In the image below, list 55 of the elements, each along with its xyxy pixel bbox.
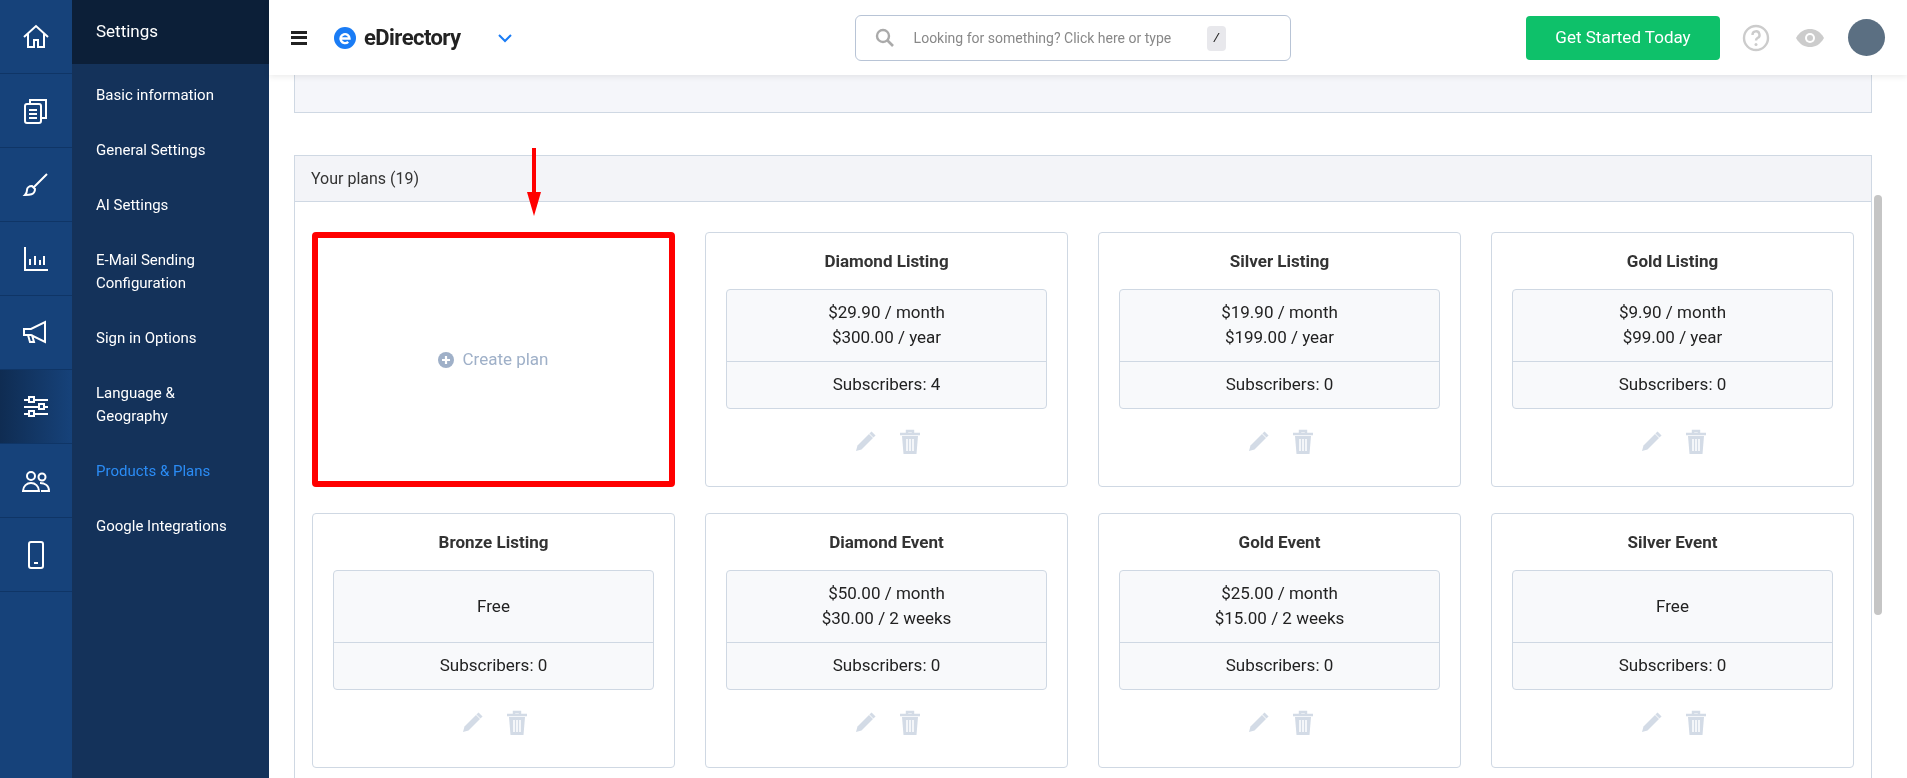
scrollbar[interactable] <box>1874 195 1882 615</box>
trash-icon[interactable] <box>1684 428 1707 455</box>
subscriber-count: Subscribers: 0 <box>1225 372 1334 396</box>
trash-icon[interactable] <box>505 709 528 736</box>
price-text: $50.00 / month <box>828 582 945 605</box>
shortcut-key: / <box>1206 25 1227 51</box>
subscriber-count: Subscribers: 0 <box>439 653 548 677</box>
trash-icon[interactable] <box>1684 709 1707 736</box>
price-text: $19.90 / month <box>1221 301 1338 324</box>
price-text: $9.90 / month <box>1618 301 1727 324</box>
price-text: $300.00 / year <box>831 326 942 349</box>
avatar[interactable] <box>1848 19 1885 56</box>
sidebar-item[interactable]: Language & Geography <box>72 366 252 444</box>
price-text: Free <box>477 594 510 618</box>
plus-circle-icon <box>438 351 455 368</box>
eye-icon[interactable] <box>1795 27 1825 48</box>
brand-name: eDirectory <box>364 24 461 52</box>
trash-icon[interactable] <box>898 428 921 455</box>
trash-icon[interactable] <box>1291 709 1314 736</box>
price-text: $199.00 / year <box>1224 326 1335 349</box>
price-text: $15.00 / 2 weeks <box>1214 607 1345 630</box>
trash-icon[interactable] <box>1291 428 1314 455</box>
chevron-down-icon[interactable] <box>496 32 513 43</box>
plan-name: Gold Listing <box>1626 250 1719 273</box>
price-text: $25.00 / month <box>1221 582 1338 605</box>
sidebar-title: Settings <box>72 0 269 64</box>
subscriber-count: Subscribers: 0 <box>832 653 941 677</box>
subscriber-count: Subscribers: 0 <box>1618 653 1727 677</box>
trash-icon[interactable] <box>898 709 921 736</box>
price-text: $30.00 / 2 weeks <box>821 607 952 630</box>
price-text: Free <box>1656 594 1689 618</box>
sidebar-item[interactable]: AI Settings <box>72 178 252 233</box>
sidebar-item[interactable]: E-Mail Sending Configuration <box>72 233 252 311</box>
sidebar-item[interactable]: Sign in Options <box>72 311 252 366</box>
plan-name: Bronze Listing <box>438 531 549 554</box>
sidebar-item[interactable]: Basic information <box>72 68 252 123</box>
search-icon <box>874 27 895 48</box>
price-text: $99.00 / year <box>1622 326 1723 349</box>
help-icon[interactable] <box>1742 23 1770 52</box>
plan-name: Diamond Listing <box>824 250 949 273</box>
annotation-arrow <box>527 148 541 216</box>
price-text: $29.90 / month <box>828 301 945 324</box>
subscriber-count: Subscribers: 0 <box>1225 653 1334 677</box>
plan-name: Silver Event <box>1627 531 1718 554</box>
subscriber-count: Subscribers: 0 <box>1618 372 1727 396</box>
plan-name: Gold Event <box>1238 531 1321 554</box>
sidebar-item[interactable]: General Settings <box>72 123 252 178</box>
subscriber-count: Subscribers: 4 <box>832 372 941 396</box>
sidebar-item[interactable]: Google Integrations <box>72 499 252 554</box>
logo-icon <box>334 26 356 49</box>
panel-title: Your plans (19) <box>295 156 1871 202</box>
plan-name: Diamond Event <box>829 531 944 554</box>
sidebar-item[interactable]: Products & Plans <box>72 444 252 499</box>
plan-name: Silver Listing <box>1229 250 1330 273</box>
menu-icon[interactable] <box>291 30 307 45</box>
